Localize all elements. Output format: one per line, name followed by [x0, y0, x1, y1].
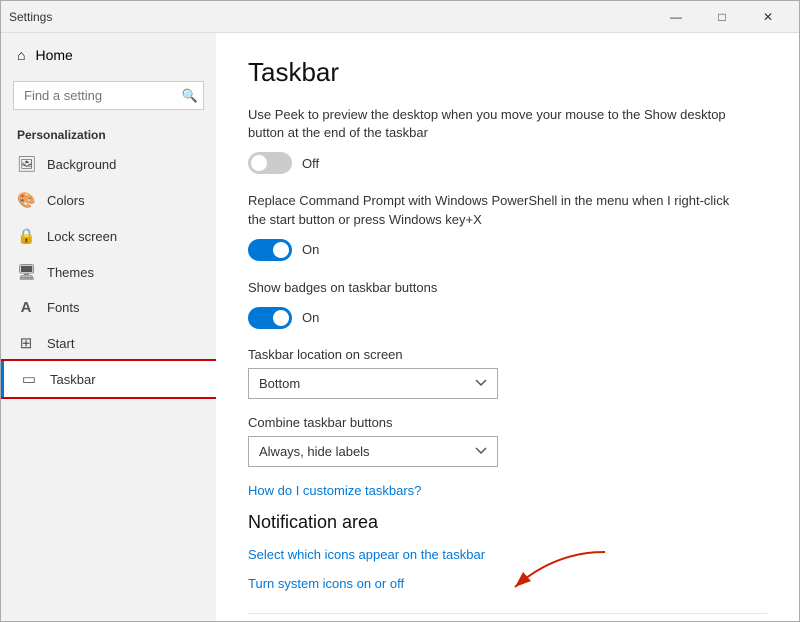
sidebar-label-colors: Colors — [47, 193, 85, 208]
notification-links: Select which icons appear on the taskbar… — [248, 547, 485, 605]
notif-link-system-icons[interactable]: Turn system icons on or off — [248, 576, 485, 591]
location-dropdown[interactable]: Bottom Top Left Right — [248, 368, 498, 399]
colors-icon: 🎨 — [17, 191, 35, 209]
notification-heading: Notification area — [248, 512, 767, 533]
location-label: Taskbar location on screen — [248, 347, 767, 362]
sidebar-label-background: Background — [47, 157, 116, 172]
taskbar-icon: ▭ — [20, 370, 38, 388]
sidebar-item-taskbar[interactable]: ▭ Taskbar — [1, 361, 216, 397]
title-bar: Settings — □ ✕ — [1, 1, 799, 33]
sidebar-item-background[interactable]: 🖼 Background — [1, 146, 216, 182]
themes-icon: 🖥 — [17, 263, 35, 281]
sidebar-label-themes: Themes — [47, 265, 94, 280]
page-title: Taskbar — [248, 57, 767, 88]
badges-toggle-row: On — [248, 307, 767, 329]
sidebar-section-title: Personalization — [1, 120, 216, 146]
sidebar-item-lock-screen[interactable]: 🔒 Lock screen — [1, 218, 216, 254]
home-icon: ⌂ — [17, 47, 25, 63]
sidebar-item-colors[interactable]: 🎨 Colors — [1, 182, 216, 218]
content-area: ⌂ Home 🔍 Personalization 🖼 Background 🎨 … — [1, 33, 799, 621]
peek-toggle[interactable] — [248, 152, 292, 174]
peek-toggle-row: Off — [248, 152, 767, 174]
location-dropdown-wrap: Taskbar location on screen Bottom Top Le… — [248, 347, 767, 399]
notif-link-icons[interactable]: Select which icons appear on the taskbar — [248, 547, 485, 562]
lock-icon: 🔒 — [17, 227, 35, 245]
powershell-toggle-label: On — [302, 242, 319, 257]
minimize-button[interactable]: — — [653, 1, 699, 33]
combine-label: Combine taskbar buttons — [248, 415, 767, 430]
powershell-toggle-row: On — [248, 239, 767, 261]
fonts-icon: A — [17, 299, 35, 316]
sidebar-item-themes[interactable]: 🖥 Themes — [1, 254, 216, 290]
title-bar-controls: — □ ✕ — [653, 1, 791, 33]
search-box: 🔍 — [13, 81, 204, 110]
sidebar-item-start[interactable]: ⊞ Start — [1, 325, 216, 361]
sidebar: ⌂ Home 🔍 Personalization 🖼 Background 🎨 … — [1, 33, 216, 621]
powershell-desc: Replace Command Prompt with Windows Powe… — [248, 192, 748, 228]
peek-desc: Use Peek to preview the desktop when you… — [248, 106, 748, 142]
peek-toggle-label: Off — [302, 156, 319, 171]
sidebar-item-home[interactable]: ⌂ Home — [1, 33, 216, 77]
arrow-annotation — [495, 542, 615, 602]
sidebar-home-label: Home — [35, 47, 72, 63]
badges-toggle-label: On — [302, 310, 319, 325]
divider-multiple — [248, 613, 767, 614]
sidebar-label-taskbar: Taskbar — [50, 372, 96, 387]
customize-link[interactable]: How do I customize taskbars? — [248, 483, 767, 498]
start-icon: ⊞ — [17, 334, 35, 352]
maximize-button[interactable]: □ — [699, 1, 745, 33]
search-input[interactable] — [13, 81, 204, 110]
settings-window: Settings — □ ✕ ⌂ Home 🔍 Personalization … — [0, 0, 800, 622]
title-bar-text: Settings — [9, 10, 653, 24]
sidebar-item-fonts[interactable]: A Fonts — [1, 290, 216, 325]
sidebar-label-start: Start — [47, 336, 74, 351]
sidebar-label-lock-screen: Lock screen — [47, 229, 117, 244]
search-icon: 🔍 — [182, 88, 198, 104]
sidebar-label-fonts: Fonts — [47, 300, 80, 315]
combine-dropdown[interactable]: Always, hide labels When taskbar is full… — [248, 436, 498, 467]
badges-desc: Show badges on taskbar buttons — [248, 279, 748, 297]
close-button[interactable]: ✕ — [745, 1, 791, 33]
combine-dropdown-wrap: Combine taskbar buttons Always, hide lab… — [248, 415, 767, 467]
badges-toggle[interactable] — [248, 307, 292, 329]
background-icon: 🖼 — [17, 155, 35, 173]
main-content: Taskbar Use Peek to preview the desktop … — [216, 33, 799, 621]
powershell-toggle[interactable] — [248, 239, 292, 261]
